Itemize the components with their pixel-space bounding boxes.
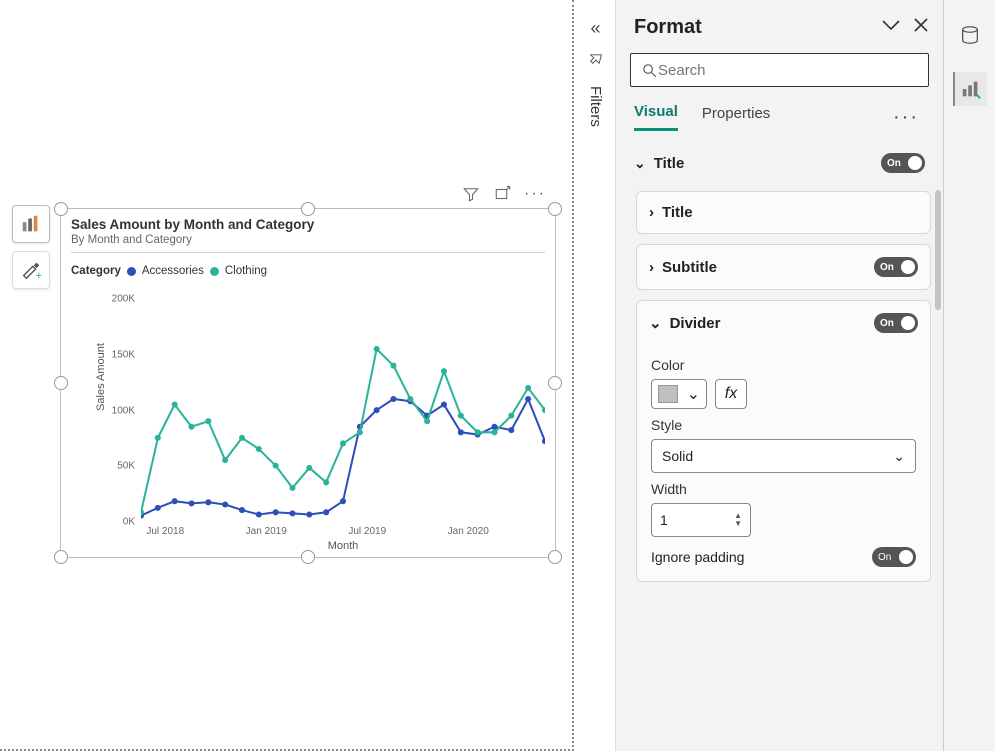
format-pane-title: Format xyxy=(634,16,702,39)
chevron-right-icon: › xyxy=(649,259,654,276)
style-label: Style xyxy=(651,417,916,433)
x-tick: Jul 2018 xyxy=(146,526,184,537)
card-subtitle: › Subtitle On xyxy=(636,244,931,290)
x-tick: Jul 2019 xyxy=(348,526,386,537)
y-tick: 150K xyxy=(112,349,135,360)
visualizations-pane-icon[interactable] xyxy=(953,72,987,106)
fx-button[interactable]: fx xyxy=(715,379,747,409)
legend-dot-accessories xyxy=(127,267,136,276)
y-tick: 200K xyxy=(112,294,135,305)
legend-item-clothing: Clothing xyxy=(225,265,267,277)
chart-visual[interactable]: ··· Sales Amount by Month and Category B… xyxy=(60,208,556,558)
legend: Category Accessories Clothing xyxy=(61,257,555,279)
visual-divider xyxy=(71,252,545,253)
filter-icon[interactable] xyxy=(461,184,481,204)
card-subtitle-label: Subtitle xyxy=(662,259,717,276)
more-options-icon[interactable]: ··· xyxy=(525,184,545,204)
x-axis-label: Month xyxy=(328,540,359,552)
expand-filters-icon[interactable]: « xyxy=(590,18,600,39)
resize-handle[interactable] xyxy=(548,376,562,390)
format-pane: Format Visual Properties ··· ⌄ Title On ›… xyxy=(616,0,944,751)
color-label: Color xyxy=(651,357,916,373)
visual-header-toolbar: ··· xyxy=(461,184,545,204)
resize-handle[interactable] xyxy=(548,550,562,564)
format-search-input[interactable] xyxy=(658,62,918,79)
right-rail xyxy=(944,0,995,751)
color-swatch-preview xyxy=(658,385,678,403)
more-tabs-icon[interactable]: ··· xyxy=(893,106,925,129)
spinner-icon[interactable]: ▲▼ xyxy=(734,512,742,528)
legend-item-accessories: Accessories xyxy=(142,265,204,277)
subtitle-toggle[interactable]: On xyxy=(874,257,918,277)
divider-toggle[interactable]: On xyxy=(874,313,918,333)
section-title-label: Title xyxy=(654,155,685,172)
chevron-down-icon: ⌄ xyxy=(649,315,662,332)
card-title-label: Title xyxy=(662,204,693,221)
card-divider-head[interactable]: ⌄ Divider On xyxy=(637,301,930,345)
build-visual-button[interactable] xyxy=(12,205,50,243)
filters-label[interactable]: Filters xyxy=(587,86,604,127)
visual-title: Sales Amount by Month and Category xyxy=(71,217,545,232)
chevron-down-icon: ⌄ xyxy=(893,448,905,465)
filters-funnel-icon[interactable] xyxy=(587,49,605,72)
legend-dot-clothing xyxy=(210,267,219,276)
card-title-head[interactable]: › Title xyxy=(637,192,930,233)
close-icon[interactable] xyxy=(913,17,929,38)
x-tick: Jan 2019 xyxy=(246,526,287,537)
x-tick: Jan 2020 xyxy=(448,526,489,537)
width-input[interactable]: 1 ▲▼ xyxy=(651,503,751,537)
line-chart-svg xyxy=(141,299,545,521)
canvas-area[interactable]: + ··· Sales Amount by Month and Category… xyxy=(0,0,574,751)
svg-text:+: + xyxy=(36,270,42,281)
tab-visual[interactable]: Visual xyxy=(634,103,678,131)
chevron-right-icon: › xyxy=(649,204,654,221)
search-icon xyxy=(641,62,658,79)
chevron-down-icon[interactable] xyxy=(881,18,901,37)
width-label: Width xyxy=(651,481,916,497)
plot-area: Sales Amount Month 200K 150K 100K 50K 0K… xyxy=(141,299,545,522)
chevron-down-icon: ⌄ xyxy=(634,155,646,171)
ignore-padding-label: Ignore padding xyxy=(651,549,744,565)
color-picker[interactable]: ⌄ xyxy=(651,379,707,409)
visual-mini-toolbar: + xyxy=(12,205,50,289)
format-tabs: Visual Properties ··· xyxy=(616,95,943,131)
data-pane-icon[interactable] xyxy=(953,18,987,52)
format-search[interactable] xyxy=(630,53,929,87)
style-select[interactable]: Solid ⌄ xyxy=(651,439,916,473)
resize-handle[interactable] xyxy=(54,550,68,564)
section-title[interactable]: ⌄ Title On xyxy=(626,141,937,185)
resize-handle[interactable] xyxy=(548,202,562,216)
width-value: 1 xyxy=(660,512,668,528)
title-toggle[interactable]: On xyxy=(881,153,925,173)
y-tick: 0K xyxy=(123,517,135,528)
ignore-padding-toggle[interactable]: On xyxy=(872,547,916,567)
card-title: › Title xyxy=(636,191,931,234)
card-subtitle-head[interactable]: › Subtitle On xyxy=(637,245,930,289)
resize-handle[interactable] xyxy=(301,202,315,216)
focus-mode-icon[interactable] xyxy=(493,184,513,204)
chevron-down-icon: ⌄ xyxy=(687,384,700,404)
tab-properties[interactable]: Properties xyxy=(702,105,770,130)
legend-label: Category xyxy=(71,265,121,277)
y-tick: 100K xyxy=(112,405,135,416)
resize-handle[interactable] xyxy=(54,376,68,390)
style-value: Solid xyxy=(662,448,693,464)
y-axis-label: Sales Amount xyxy=(95,343,107,411)
filters-pane-collapsed: « Filters xyxy=(576,0,616,751)
y-tick: 50K xyxy=(117,461,135,472)
format-scroll-area[interactable]: ⌄ Title On › Title › Subtitle On ⌄ Divider O… xyxy=(616,131,943,751)
resize-handle[interactable] xyxy=(54,202,68,216)
card-divider: ⌄ Divider On Color ⌄ fx Style Solid ⌄ Wid… xyxy=(636,300,931,582)
format-visual-button[interactable]: + xyxy=(12,251,50,289)
card-divider-label: Divider xyxy=(670,315,721,332)
visual-subtitle: By Month and Category xyxy=(71,234,545,246)
scrollbar-thumb[interactable] xyxy=(935,190,941,310)
resize-handle[interactable] xyxy=(301,550,315,564)
